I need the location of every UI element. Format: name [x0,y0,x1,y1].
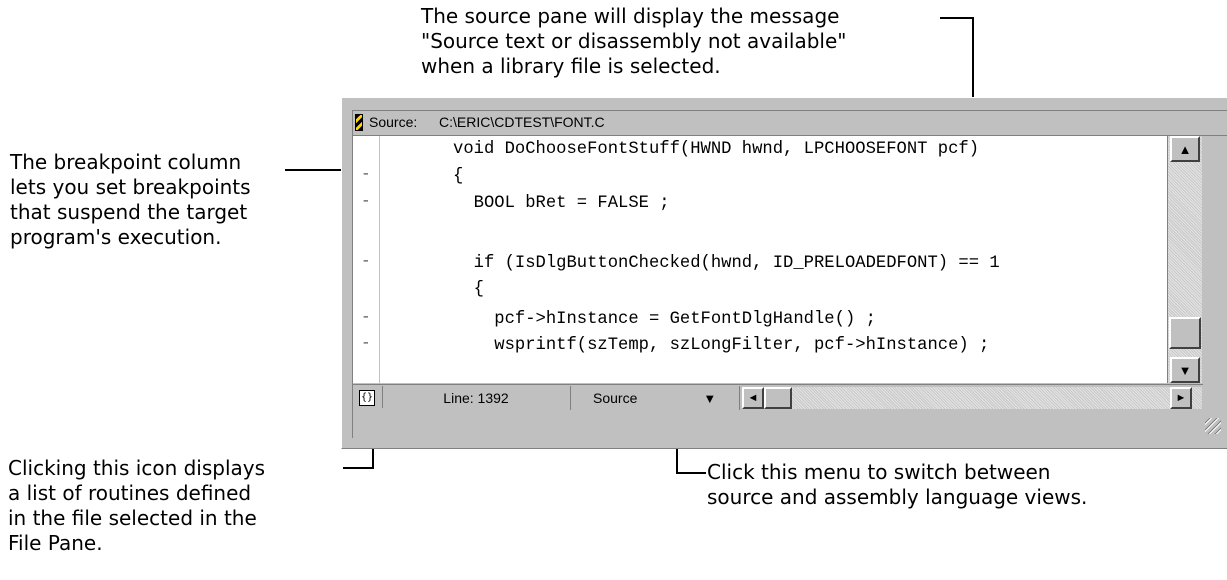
code-line[interactable]: { [453,278,484,302]
scroll-down-button[interactable]: ▼ [1170,357,1200,383]
view-menu[interactable]: Source ▼ [571,386,740,410]
callout-line: Clicking this icon displays [8,456,266,480]
callout-line: in the file selected in the [8,506,257,530]
code-line[interactable]: { [453,165,463,189]
line-indicator: Line: 1392 [382,386,571,410]
routines-list-icon[interactable]: {} [359,390,375,406]
code-line[interactable]: wsprintf(szTemp, szLongFilter, pcf->hIns… [453,334,989,358]
scroll-up-button[interactable]: ▲ [1170,136,1200,162]
callout-line: The source pane will display the message [421,4,840,28]
scroll-left-button[interactable]: ◄ [742,387,764,409]
title-label: Source: [369,114,418,130]
code-line[interactable]: BOOL bRet = FALSE ; [453,192,670,216]
callout-source-pane: The source pane will display the message… [421,4,846,79]
scroll-thumb[interactable] [1169,317,1201,349]
line-number-label: Line: 1392 [443,390,509,406]
callout-line: a list of routines defined [8,481,252,505]
leader-line [343,467,374,469]
drag-grip-icon[interactable] [355,114,363,131]
leader-line [676,472,706,474]
source-window: Source: C:\ERIC\CDTEST\FONT.C - - - - - … [341,97,1227,449]
callout-view-menu: Click this menu to switch between source… [707,460,1087,510]
callout-line: when a library file is selected. [421,54,721,78]
vertical-scrollbar[interactable]: ▲ ▼ [1168,136,1202,383]
arrow-left-icon: ◄ [747,392,759,404]
callout-line: that suspend the target [10,200,248,224]
code-line[interactable]: pcf->hInstance = GetFontDlgHandle() ; [453,308,876,332]
breakpoint-column[interactable]: - - - - - [353,136,380,383]
arrow-up-icon: ▲ [1178,141,1192,157]
source-titlebar[interactable]: Source: C:\ERIC\CDTEST\FONT.C [353,111,1227,136]
horizontal-scrollbar[interactable]: ◄ ► [742,387,1202,409]
callout-line: Click this menu to switch between [707,460,1051,484]
breakpoint-marker[interactable]: - [361,334,371,352]
callout-line: The breakpoint column [10,150,242,174]
status-bar: {} Line: 1392 Source ▼ ◄ ► [353,384,1203,412]
callout-line: File Pane. [8,531,103,555]
horizontal-scroll-thumb[interactable] [764,387,792,409]
callout-breakpoint-column: The breakpoint column lets you set break… [10,150,251,250]
dropdown-arrow-icon: ▼ [703,390,717,406]
scroll-right-button[interactable]: ► [1170,387,1192,409]
callout-line: source and assembly language views. [707,485,1088,509]
source-pane: Source: C:\ERIC\CDTEST\FONT.C - - - - - … [352,110,1227,438]
code-line[interactable]: if (IsDlgButtonChecked(hwnd, ID_PRELOADE… [453,252,1000,276]
callout-line: "Source text or disassembly not availabl… [421,29,847,53]
callout-routines-icon: Clicking this icon displays a list of ro… [8,456,265,556]
leader-line [940,17,974,19]
breakpoint-marker[interactable]: - [361,165,371,183]
file-path: C:\ERIC\CDTEST\FONT.C [439,114,605,130]
breakpoint-marker[interactable]: - [361,308,371,326]
view-menu-value: Source [593,390,638,406]
resize-grip-icon[interactable] [1205,418,1221,434]
code-view[interactable]: - - - - - void DoChooseFontStuff(HWND hw… [353,136,1168,383]
callout-line: lets you set breakpoints [10,175,251,199]
breakpoint-marker[interactable]: - [361,192,371,210]
breakpoint-marker[interactable]: - [361,252,371,270]
arrow-down-icon: ▼ [1178,362,1192,378]
code-line[interactable]: void DoChooseFontStuff(HWND hwnd, LPCHOO… [453,138,979,162]
callout-line: program's execution. [10,225,222,249]
arrow-right-icon: ► [1175,392,1187,404]
